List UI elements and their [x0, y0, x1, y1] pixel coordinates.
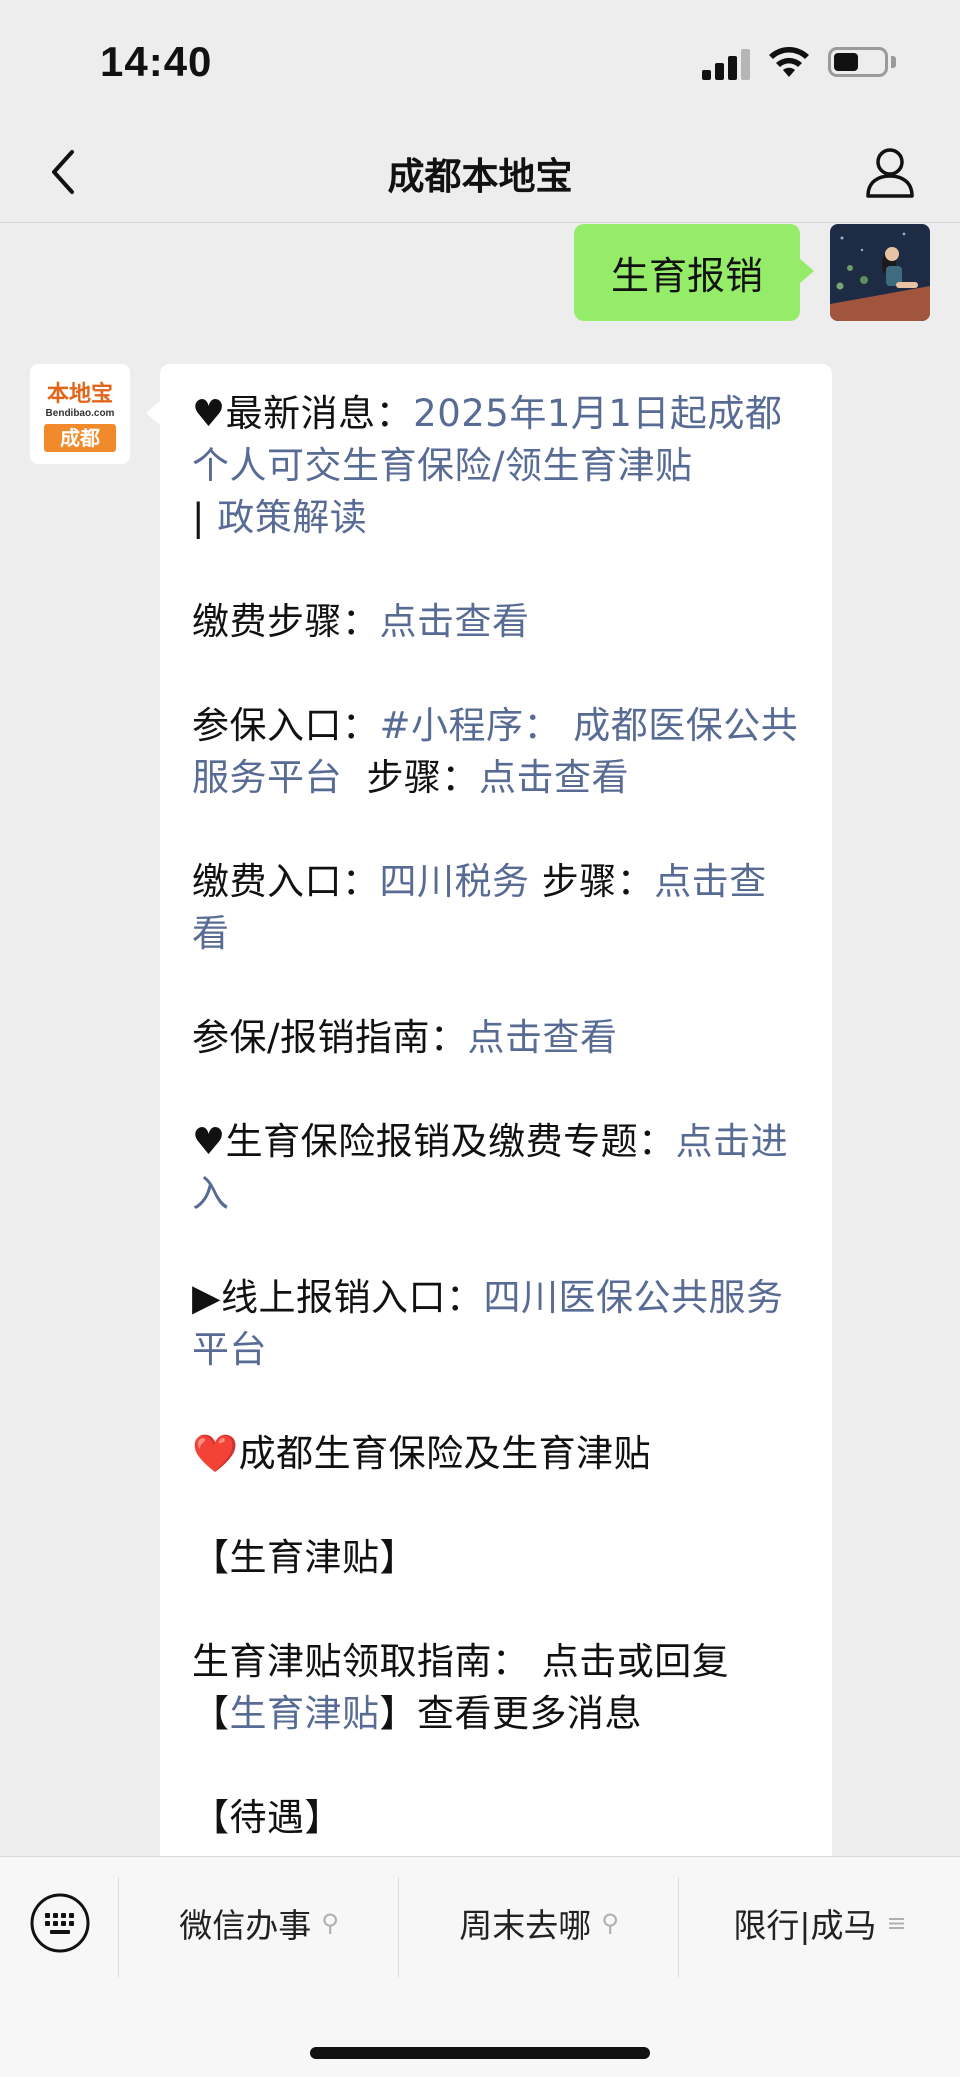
logo-domain: Bendibao.com	[45, 408, 115, 419]
message-paragraph: 参保/报销指南：点击查看	[192, 1012, 802, 1064]
status-bar: 14:40	[0, 0, 960, 120]
menu-item-label: 周末去哪	[459, 1906, 592, 1945]
bot-avatar[interactable]: 本地宝 Bendibao.com 成都	[30, 364, 130, 464]
allowance-guide-suffix: 】查看更多消息	[379, 1692, 642, 1735]
sichuan-tax-link[interactable]: 四川税务	[380, 860, 530, 903]
menu-item-wechat-services[interactable]: 微信办事 ⚲	[120, 1891, 398, 1955]
allowance-link[interactable]: 生育津贴	[230, 1692, 380, 1735]
user-message-bubble[interactable]: 生育报销	[574, 224, 814, 321]
message-paragraph: 参保入口：#小程序： 成都医保公共服务平台 步骤：点击查看	[192, 700, 802, 804]
message-paragraph: 【生育津贴】	[192, 1532, 802, 1584]
payment-entry-label: 缴费入口：	[192, 860, 380, 903]
logo-city-tag: 成都	[44, 424, 116, 452]
home-indicator[interactable]	[310, 2047, 650, 2059]
menu-divider	[398, 1877, 399, 1977]
status-time: 14:40	[100, 38, 213, 85]
topic-label: ♥生育保险报销及缴费专题：	[192, 1120, 676, 1163]
treatment-heading: 【待遇】	[192, 1796, 342, 1839]
guide-label: 参保/报销指南：	[192, 1016, 468, 1059]
user-avatar[interactable]	[830, 224, 930, 321]
message-paragraph: 缴费步骤：点击查看	[192, 596, 802, 648]
guide-link[interactable]: 点击查看	[467, 1016, 617, 1059]
menu-divider	[118, 1877, 119, 1977]
bottom-menu-bar: 微信办事 ⚲ 周末去哪 ⚲ 限行|成马 ≡	[0, 1856, 960, 2077]
wifi-icon	[769, 47, 809, 77]
menu-item-traffic-marathon[interactable]: 限行|成马 ≡	[680, 1891, 960, 1955]
allowance-heading: 【生育津贴】	[192, 1536, 417, 1579]
steps-label: 步骤：	[366, 756, 480, 799]
bot-message-bubble: ♥最新消息：2025年1月1日起成都个人可交生育保险/领生育津贴 | 政策解读 …	[146, 364, 832, 1856]
menu-divider	[678, 1877, 679, 1977]
page-title: 成都本地宝	[387, 155, 573, 198]
link-icon: ⚲	[321, 1909, 339, 1937]
message-paragraph: ▶线上报销入口：四川医保公共服务平台	[192, 1272, 802, 1376]
message-paragraph: ❤️成都生育保险及生育津贴	[192, 1428, 802, 1480]
menu-item-label: 微信办事	[179, 1906, 312, 1945]
payment-steps-link[interactable]: 点击查看	[380, 600, 530, 643]
enroll-steps-link[interactable]: 点击查看	[479, 756, 629, 799]
heart-icon: ❤️	[192, 1432, 239, 1475]
keyboard-icon[interactable]	[28, 1891, 92, 1955]
battery-cap	[891, 56, 896, 68]
battery-icon	[828, 47, 888, 77]
person-icon[interactable]	[860, 142, 920, 202]
enroll-entry-label: 参保入口：	[192, 704, 380, 747]
latest-news-label: ♥最新消息：	[192, 392, 414, 435]
message-paragraph: 缴费入口：四川税务 步骤：点击查看	[192, 856, 802, 960]
steps-label: 步骤：	[541, 860, 655, 903]
menu-lines-icon: ≡	[886, 1909, 907, 1937]
message-paragraph: 【待遇】	[192, 1792, 802, 1844]
message-paragraph: ♥生育保险报销及缴费专题：点击进入	[192, 1116, 802, 1220]
cellular-signal-icon	[702, 48, 750, 80]
policy-interpretation-link[interactable]: 政策解读	[217, 496, 367, 539]
chat-area[interactable]: 生育报销 本地宝 Bendibao.com 成都 ♥最新消息：2025年1月1日…	[0, 224, 960, 1856]
menu-item-label: 限行|成马	[733, 1906, 877, 1945]
message-paragraph: 生育津贴领取指南： 点击或回复【生育津贴】查看更多消息	[192, 1636, 802, 1740]
logo-text: 本地宝	[46, 381, 113, 407]
separator-text: |	[192, 496, 218, 539]
message-paragraph: ♥最新消息：2025年1月1日起成都个人可交生育保险/领生育津贴 | 政策解读	[192, 388, 802, 544]
link-icon: ⚲	[601, 1909, 619, 1937]
nav-bar: 成都本地宝	[0, 120, 960, 223]
section-heading: 成都生育保险及生育津贴	[238, 1432, 652, 1475]
online-claim-label: ▶线上报销入口：	[192, 1276, 484, 1319]
menu-item-weekend[interactable]: 周末去哪 ⚲	[400, 1891, 678, 1955]
payment-steps-label: 缴费步骤：	[192, 600, 380, 643]
user-message-text: 生育报销	[610, 254, 763, 298]
